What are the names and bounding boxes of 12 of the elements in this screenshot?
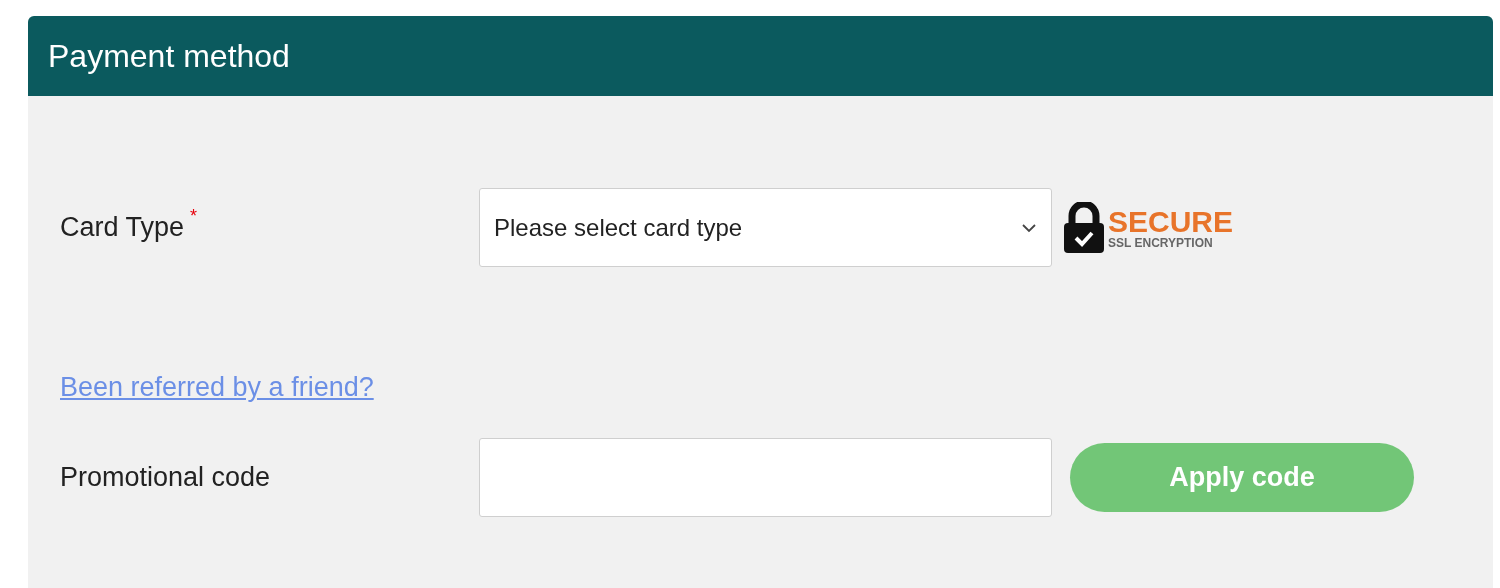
promo-code-field[interactable] <box>479 437 1052 517</box>
panel-title: Payment method <box>48 37 290 76</box>
ssl-label: SSL ENCRYPTION <box>1108 236 1214 249</box>
required-mark: * <box>190 205 198 229</box>
referral-link[interactable]: Been referred by a friend? <box>60 372 374 402</box>
field-label: Promotional code <box>60 460 272 494</box>
field-label: Card Type <box>60 211 185 245</box>
secure-label: SECURE <box>1108 206 1234 237</box>
card-type-select[interactable]: Please select card type <box>479 188 1052 267</box>
apply-code-button[interactable]: Apply code <box>1070 442 1414 512</box>
padlock-icon <box>1062 201 1106 254</box>
chevron-down-icon <box>1021 222 1037 233</box>
